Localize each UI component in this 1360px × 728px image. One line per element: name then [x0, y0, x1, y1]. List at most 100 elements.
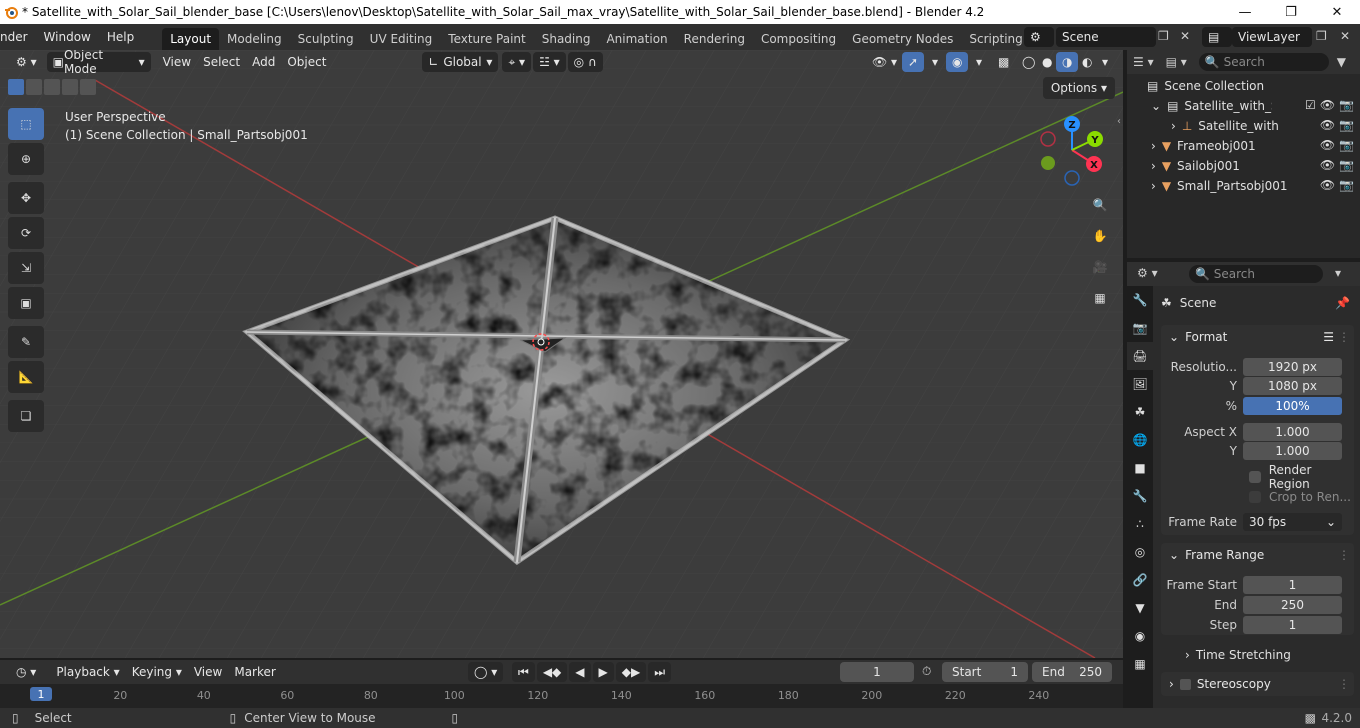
stereoscopy-panel-header[interactable]: › Stereoscopy ⋮ — [1161, 672, 1354, 696]
tab-geometry-nodes[interactable]: Geometry Nodes — [844, 28, 961, 50]
outliner[interactable]: ☰ ▾ ▤ ▾ 🔍 Search ▼ ▤ Scene Collection ⌄ … — [1127, 50, 1360, 258]
outliner-row-small-partsobj001[interactable]: › ▼ Small_Partsobj001 👁 📷 — [1127, 176, 1360, 196]
camera-icon[interactable]: 📷 — [1339, 138, 1354, 152]
scale-tool-icon[interactable]: ⇲ — [8, 252, 44, 284]
material-tab-icon[interactable]: ◉ — [1127, 622, 1153, 650]
frame-step-field[interactable]: 1 — [1243, 616, 1342, 634]
presets-list-icon[interactable]: ☰ — [1323, 330, 1334, 344]
stopwatch-icon[interactable]: ⏱ — [922, 664, 931, 679]
tool-tab-icon[interactable]: 🔧 — [1127, 286, 1153, 314]
zoom-icon[interactable]: 🔍 — [1086, 191, 1114, 219]
timeline-editor-type-icon[interactable]: ◷ ▾ — [10, 662, 42, 682]
time-stretching-subpanel[interactable]: › Time Stretching — [1185, 648, 1291, 662]
checkbox-icon[interactable]: ☑ — [1305, 98, 1316, 112]
tab-texture-paint[interactable]: Texture Paint — [440, 28, 533, 50]
maximize-icon[interactable]: ❐ — [1268, 0, 1314, 24]
filter-icon[interactable]: ▼ — [1337, 55, 1346, 69]
transform-orientation-select[interactable]: ∟ Global ▾ — [422, 52, 499, 72]
perspective-toggle-icon[interactable]: ▦ — [1086, 284, 1114, 312]
jump-end-icon[interactable]: ⏭ — [648, 662, 672, 682]
expand-arrow-icon[interactable]: › — [1171, 119, 1176, 133]
marker-menu[interactable]: Marker — [228, 662, 281, 682]
gizmo-toggle-icon[interactable]: ➚ — [902, 52, 924, 72]
overlays-dropdown-icon[interactable]: ▾ — [970, 52, 988, 72]
data-tab-icon[interactable]: ▼ — [1127, 594, 1153, 622]
area-divider[interactable] — [1123, 50, 1127, 708]
scene-selector[interactable]: Scene — [1056, 27, 1156, 47]
resolution-y-field[interactable]: 1080 px — [1243, 377, 1342, 395]
select-extend-icon[interactable] — [26, 79, 42, 95]
view-layer-icon[interactable]: ▤ — [1202, 27, 1232, 47]
modifier-tab-icon[interactable]: 🔧 — [1127, 482, 1153, 510]
navigation-gizmo[interactable]: Z X Y — [1032, 114, 1112, 194]
playhead[interactable]: 1 — [30, 687, 52, 701]
select-new-icon[interactable] — [8, 79, 24, 95]
stereoscopy-checkbox[interactable] — [1179, 678, 1191, 690]
sidebar-toggle-icon[interactable]: ‹ — [1117, 116, 1121, 127]
drag-handle-icon[interactable]: ⋮ — [1338, 330, 1350, 344]
render-region-row[interactable]: Render Region — [1161, 463, 1354, 491]
outliner-row-sailobj001[interactable]: › ▼ Sailobj001 👁 📷 — [1127, 156, 1360, 176]
new-scene-icon[interactable]: ❐ — [1158, 29, 1169, 43]
snap-icon[interactable]: ☳ ▾ — [533, 52, 566, 72]
eye-icon[interactable]: 👁 — [1320, 178, 1335, 192]
visibility-icon[interactable]: 👁 ▾ — [866, 52, 903, 72]
frame-end-field[interactable]: 250 — [1243, 596, 1342, 614]
3d-viewport[interactable]: ⚙ ▾ ▣ Object Mode ▾ View Select Add Object… — [0, 50, 1123, 658]
options-dropdown[interactable]: Options ▾ — [1042, 77, 1115, 99]
frame-rate-select[interactable]: 30 fps ⌄ — [1243, 513, 1342, 531]
select-box-tool-icon[interactable]: ⬚ — [8, 108, 44, 140]
format-panel-header[interactable]: ⌄ Format ☰ ⋮ — [1161, 325, 1354, 349]
tab-shading[interactable]: Shading — [534, 28, 599, 50]
new-view-layer-icon[interactable]: ❐ — [1316, 29, 1327, 43]
delete-scene-icon[interactable]: ✕ — [1180, 29, 1190, 43]
pivot-point-icon[interactable]: ⌖ ▾ — [502, 52, 532, 72]
drag-handle-icon[interactable]: ⋮ — [1338, 548, 1350, 562]
menu-select[interactable]: Select — [197, 52, 246, 72]
output-tab-icon[interactable]: 🖨 — [1127, 342, 1153, 370]
resolution-x-field[interactable]: 1920 px — [1243, 358, 1342, 376]
expand-arrow-icon[interactable]: › — [1151, 179, 1156, 193]
pin-icon[interactable]: 📌 — [1335, 296, 1350, 310]
camera-view-icon[interactable]: 🎥 — [1086, 253, 1114, 281]
aspect-y-field[interactable]: 1.000 — [1243, 442, 1342, 460]
outliner-search-input[interactable]: 🔍 Search — [1198, 53, 1329, 71]
expand-arrow-icon[interactable]: › — [1151, 139, 1156, 153]
measure-tool-icon[interactable]: 📐 — [8, 361, 44, 393]
frame-range-panel-header[interactable]: ⌄ Frame Range ⋮ — [1161, 543, 1354, 567]
world-tab-icon[interactable]: 🌐 — [1127, 426, 1153, 454]
gizmo-dropdown-icon[interactable]: ▾ — [926, 52, 944, 72]
menu-add[interactable]: Add — [246, 52, 281, 72]
expand-arrow-icon[interactable]: › — [1151, 159, 1156, 173]
drag-handle-icon[interactable]: ⋮ — [1338, 677, 1350, 691]
eye-icon[interactable]: 👁 — [1320, 138, 1335, 152]
properties-options-icon[interactable]: ▾ — [1335, 266, 1341, 280]
timeline-ruler[interactable]: 1 20 40 60 80 100 120 140 160 180 200 220 240 — [0, 684, 1123, 708]
texture-tab-icon[interactable]: ▦ — [1127, 650, 1153, 678]
delete-view-layer-icon[interactable]: ✕ — [1340, 29, 1350, 43]
xray-toggle-icon[interactable]: ▩ — [992, 52, 1015, 72]
outliner-row-satellite-empty[interactable]: › ⊥ Satellite_with_S 👁 📷 — [1127, 116, 1360, 136]
scene-icon[interactable]: ⚙ — [1024, 27, 1054, 47]
jump-start-icon[interactable]: ⏮ — [512, 662, 535, 682]
camera-icon[interactable]: 📷 — [1339, 178, 1354, 192]
menu-object[interactable]: Object — [281, 52, 332, 72]
outliner-row-satellite-collection[interactable]: ⌄ ▤ Satellite_with_Solar ☑ 👁 📷 — [1127, 96, 1360, 116]
properties-search-input[interactable]: 🔍 Search — [1189, 265, 1323, 283]
jump-keyframe-back-icon[interactable]: ◀◆ — [536, 662, 568, 682]
outliner-row-scene-collection[interactable]: ▤ Scene Collection — [1127, 76, 1360, 96]
end-frame-field[interactable]: End 250 — [1032, 662, 1112, 682]
start-frame-field[interactable]: Start 1 — [942, 662, 1028, 682]
camera-icon[interactable]: 📷 — [1339, 158, 1354, 172]
camera-icon[interactable]: 📷 — [1339, 98, 1354, 112]
outliner-row-frameobj001[interactable]: › ▼ Frameobj001 👁 📷 — [1127, 136, 1360, 156]
auto-keying-icon[interactable]: ◯ ▾ — [468, 662, 504, 682]
menu-view[interactable]: View — [157, 52, 197, 72]
proportional-editing-icon[interactable]: ◎ ∩ — [567, 52, 603, 72]
jump-keyframe-forward-icon[interactable]: ◆▶ — [615, 662, 647, 682]
outliner-type-icon[interactable]: ☰ ▾ — [1133, 55, 1154, 69]
crop-checkbox[interactable] — [1249, 491, 1261, 503]
display-mode-icon[interactable]: ▤ ▾ — [1166, 55, 1187, 69]
physics-tab-icon[interactable]: ◎ — [1127, 538, 1153, 566]
menu-help[interactable]: Help — [99, 24, 142, 50]
